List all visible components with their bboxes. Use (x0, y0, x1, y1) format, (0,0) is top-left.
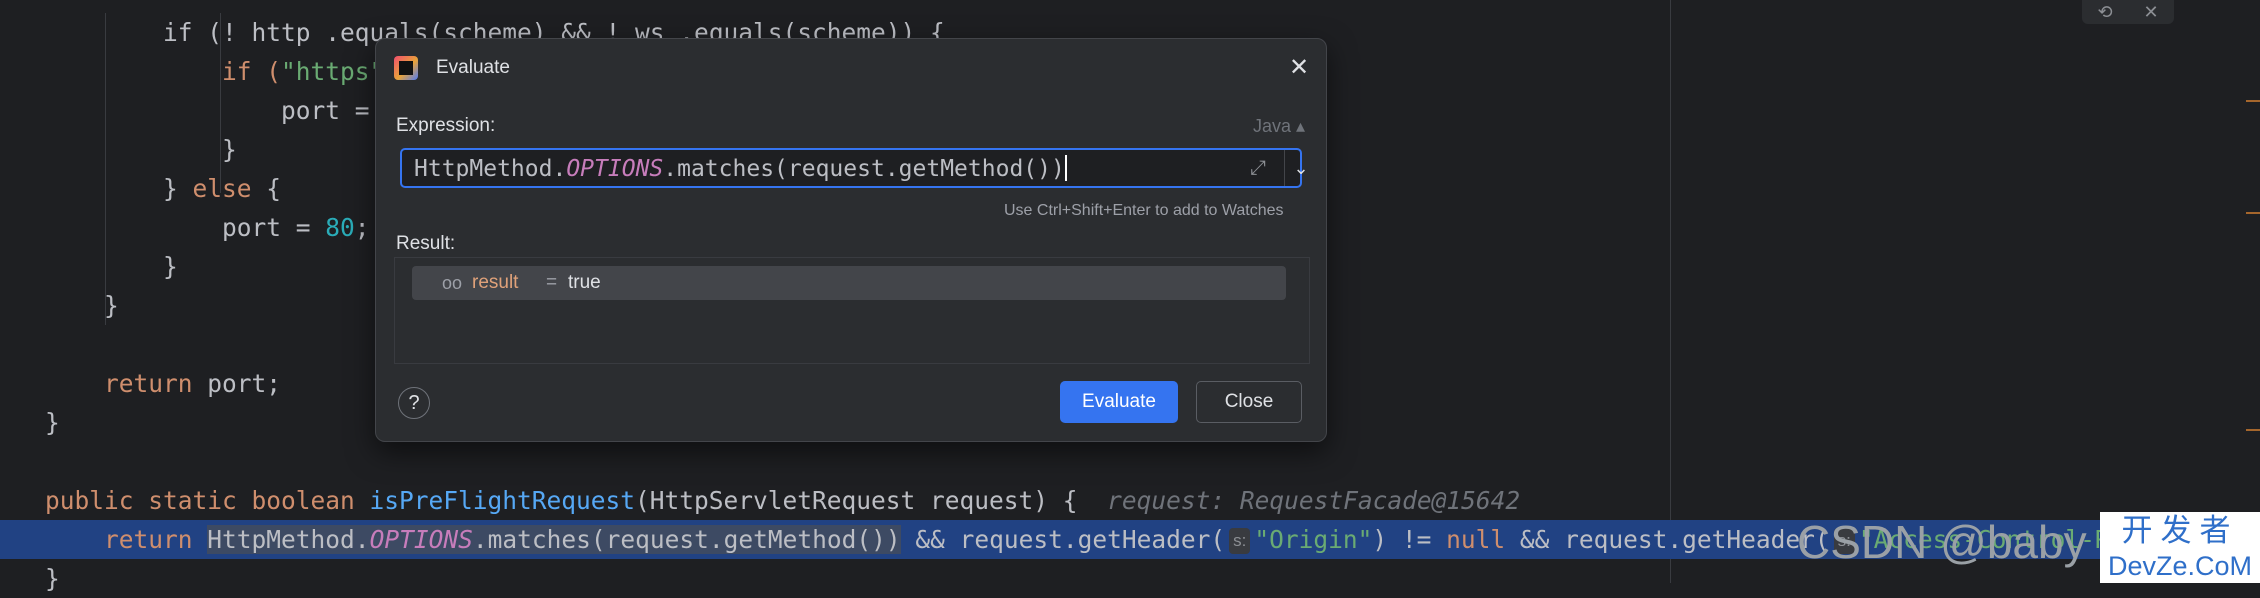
keyword-token: return (104, 525, 193, 554)
expand-icon[interactable]: ⤢ (1247, 157, 1269, 179)
code-text: public static boolean isPreFlightRequest… (45, 481, 1520, 520)
code-token: } (163, 174, 193, 203)
parameter-hint-chip: s: (1229, 528, 1251, 554)
code-text: } (45, 130, 237, 169)
expression-label: Expression: (396, 115, 496, 136)
devze-logo-top: 开发者 (2121, 513, 2239, 549)
expression-input[interactable]: HttpMethod.OPTIONS.matches(request.getMe… (400, 148, 1309, 188)
result-tree[interactable]: oo result = true (394, 257, 1310, 364)
evaluate-dialog: Evaluate ✕ Expression: Java ▴ HttpMethod… (375, 38, 1327, 442)
code-text: port = 4 (45, 91, 399, 130)
code-token: } (45, 408, 60, 437)
close-icon[interactable]: ✕ (1287, 56, 1311, 80)
code-token: (HttpServletRequest request) { (635, 486, 1108, 515)
string-token: "https" (281, 57, 385, 86)
keyword-token: return (104, 369, 193, 398)
code-token: && request.getHeader( (1505, 525, 1830, 554)
devze-logo-bottom: DevZe.CoM (2107, 551, 2253, 581)
code-token: isPreFlightRequest (369, 486, 636, 515)
string-token: "Origin" (1254, 525, 1373, 554)
result-label: Result: (396, 233, 456, 254)
code-token: } (163, 252, 178, 281)
input-divider (1284, 150, 1285, 186)
language-selector[interactable]: Java ▴ (1253, 115, 1305, 137)
code-token: 80 (325, 213, 355, 242)
intellij-app-icon (394, 56, 418, 80)
code-text: } (45, 286, 119, 325)
code-token: ; (354, 213, 370, 242)
result-value: true (568, 272, 601, 293)
code-token: && request.getHeader( (900, 525, 1226, 554)
code-token: OPTIONS (369, 525, 473, 554)
code-text: } (45, 403, 60, 442)
dialog-title: Evaluate (436, 57, 510, 78)
code-token: HttpMethod. (207, 525, 370, 554)
expression-text[interactable]: HttpMethod.OPTIONS.matches(request.getMe… (414, 150, 1067, 188)
glasses-icon: oo (442, 273, 463, 293)
code-token: } (45, 564, 60, 593)
chevron-down-icon[interactable]: ⌄ (1286, 150, 1316, 186)
keyword-token: else (192, 174, 252, 203)
code-token: port; (192, 369, 282, 398)
help-button[interactable]: ? (398, 387, 430, 419)
code-token: { (251, 174, 282, 203)
devze-logo: 开发者 DevZe.CoM (2100, 512, 2260, 583)
evaluate-button[interactable]: Evaluate (1060, 381, 1178, 423)
code-token: .matches(request.getMethod()) (472, 525, 901, 554)
code-token: port = (222, 213, 326, 242)
keyword-token: null (1446, 525, 1506, 554)
keyword-token: public static boolean (45, 486, 355, 515)
code-token: } (222, 135, 237, 164)
code-token: ) != (1372, 525, 1447, 554)
code-text: } (45, 247, 178, 286)
close-button[interactable]: Close (1196, 381, 1302, 423)
code-token: } (104, 291, 119, 320)
result-variable-name: result (472, 272, 519, 293)
code-text: } (45, 559, 60, 598)
code-text: port = 80; (45, 208, 370, 247)
text-caret (1064, 155, 1067, 181)
code-text: } else { (45, 169, 281, 208)
csdn-watermark: CSDN @baby be (1797, 516, 2151, 568)
result-equals: = (546, 272, 558, 293)
result-node[interactable]: oo result = true (412, 266, 1286, 300)
code-line[interactable] (0, 442, 2260, 481)
inline-debug-value: request: RequestFacade@15642 (1107, 486, 1521, 515)
code-text: return port; (45, 364, 281, 403)
add-to-watches-hint: Use Ctrl+Shift+Enter to add to Watches (1004, 202, 1284, 219)
keyword-token: if ( (222, 57, 282, 86)
